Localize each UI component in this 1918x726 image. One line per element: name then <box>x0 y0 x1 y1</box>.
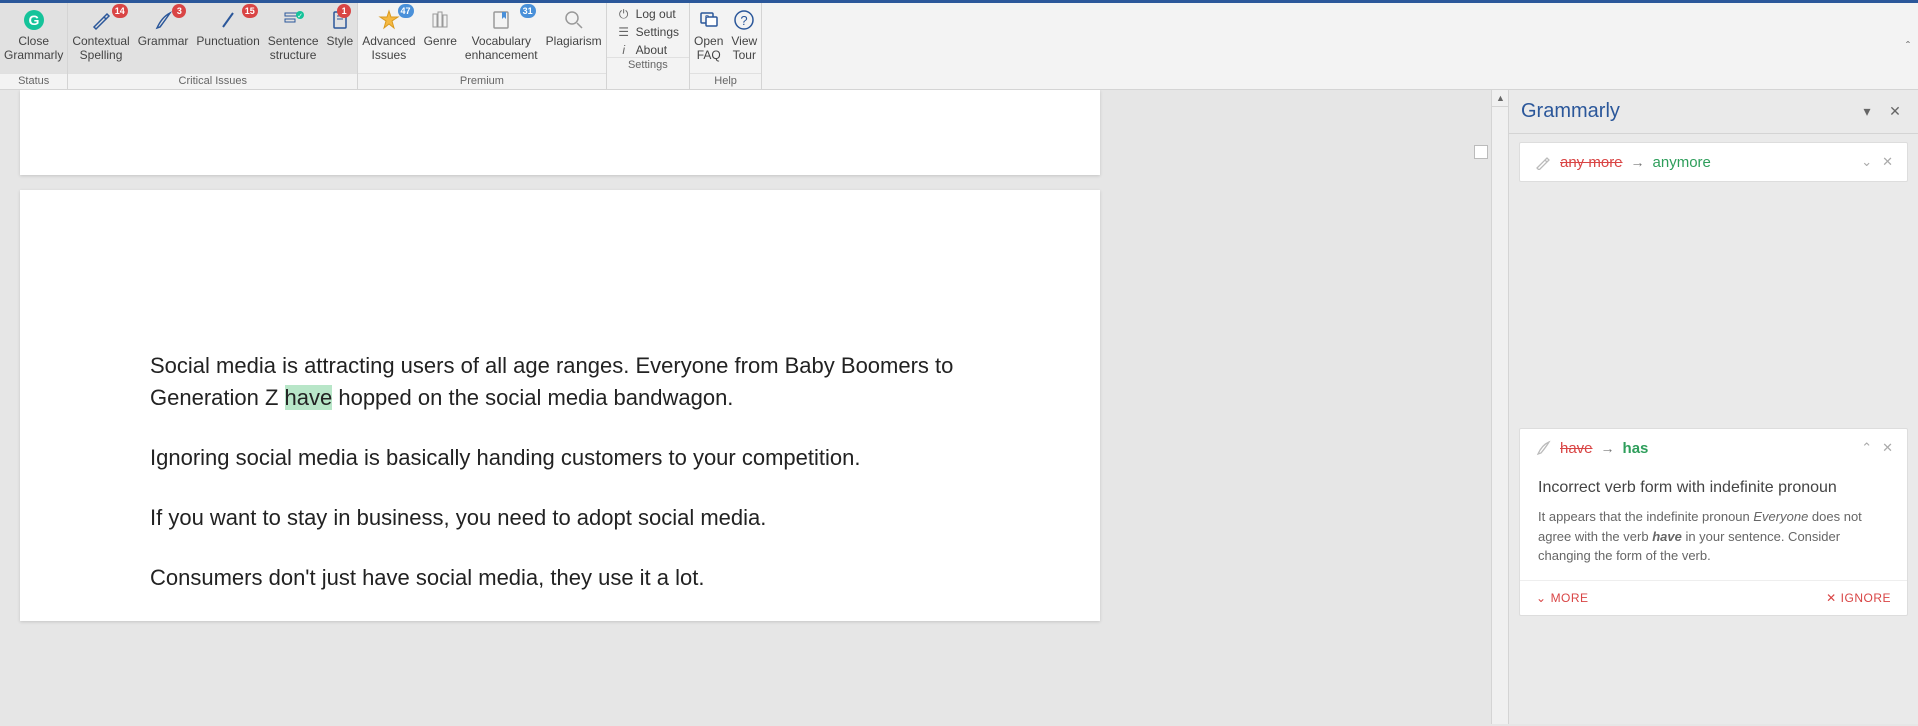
panel-menu-icon[interactable]: ▾ <box>1856 101 1878 123</box>
page-marker[interactable] <box>1474 145 1488 159</box>
scroll-up-button[interactable]: ▲ <box>1492 90 1508 107</box>
help-icon: ? <box>732 8 756 32</box>
ignore-button[interactable]: ✕IGNORE <box>1826 591 1891 605</box>
more-button[interactable]: ⌄MORE <box>1536 591 1589 605</box>
arrow-icon: → <box>1601 440 1615 456</box>
badge: 47 <box>398 4 414 18</box>
books-icon <box>428 8 452 32</box>
panel-title: Grammarly <box>1521 100 1850 123</box>
panel-close-icon[interactable]: ✕ <box>1884 101 1906 123</box>
group-label-help: Help <box>690 73 761 89</box>
vertical-scrollbar[interactable]: ▲ <box>1491 90 1508 724</box>
dismiss-icon[interactable]: ✕ <box>1882 440 1893 456</box>
document-page[interactable]: Social media is attracting users of all … <box>20 190 1100 621</box>
quill-icon <box>1534 439 1552 457</box>
workspace: Social media is attracting users of all … <box>0 90 1918 724</box>
advanced-issues-button[interactable]: 47 AdvancedIssues <box>358 3 419 73</box>
suggestion-description: It appears that the indefinite pronoun E… <box>1538 507 1889 566</box>
pen-icon <box>89 8 113 32</box>
highlighted-error[interactable]: have <box>285 385 333 410</box>
logout-button[interactable]: ⏻Log out <box>617 7 679 21</box>
suggestion-card-collapsed[interactable]: any more → anymore ⌄ ✕ <box>1519 142 1908 182</box>
grammarly-icon: G <box>22 8 46 32</box>
dismiss-icon[interactable]: ✕ <box>1882 154 1893 170</box>
bookmark-book-icon <box>489 8 513 32</box>
genre-button[interactable]: Genre <box>420 3 461 73</box>
settings-button[interactable]: ☰Settings <box>617 25 679 39</box>
page-gutter <box>1471 90 1491 724</box>
badge: 31 <box>520 4 536 18</box>
panel-header: Grammarly ▾ ✕ <box>1509 90 1918 134</box>
grammarly-panel: Grammarly ▾ ✕ any more → anymore ⌄ ✕ hav… <box>1508 90 1918 724</box>
badge: 14 <box>112 4 128 18</box>
collapse-ribbon-icon[interactable]: ˆ <box>1906 39 1910 53</box>
chevron-down-icon: ⌄ <box>1536 591 1547 605</box>
punctuation-button[interactable]: 15 Punctuation <box>192 3 263 73</box>
svg-text:✓: ✓ <box>297 13 303 20</box>
suggestion-card-expanded: have → has ⌃ ✕ Incorrect verb form with … <box>1519 428 1908 616</box>
previous-page <box>20 90 1100 175</box>
document-area: Social media is attracting users of all … <box>0 90 1508 724</box>
contextual-spelling-button[interactable]: 14 ContextualSpelling <box>68 3 133 73</box>
style-button[interactable]: 1 Style <box>323 3 358 73</box>
faq-icon: ? <box>697 8 721 32</box>
original-text: have <box>1560 440 1593 457</box>
svg-text:G: G <box>28 12 39 28</box>
group-label-critical: Critical Issues <box>68 73 357 89</box>
svg-text:?: ? <box>741 13 748 28</box>
collapse-icon[interactable]: ⌃ <box>1861 440 1872 456</box>
document-text[interactable]: Social media is attracting users of all … <box>150 350 970 593</box>
sliders-icon: ☰ <box>617 25 631 39</box>
structure-icon: ✓ <box>281 8 305 32</box>
ribbon: G CloseGrammarly Status 14 ContextualSpe… <box>0 0 1918 90</box>
arrow-icon: → <box>1631 154 1645 170</box>
group-label-status: Status <box>0 73 67 89</box>
power-icon: ⏻ <box>617 7 631 21</box>
badge: 3 <box>172 4 186 18</box>
about-button[interactable]: iAbout <box>617 43 679 57</box>
magnify-icon <box>562 8 586 32</box>
info-icon: i <box>617 43 631 57</box>
grammar-button[interactable]: 3 Grammar <box>134 3 193 73</box>
expand-icon[interactable]: ⌄ <box>1861 154 1872 170</box>
close-grammarly-button[interactable]: G CloseGrammarly <box>0 3 67 73</box>
original-text: any more <box>1560 154 1623 171</box>
plagiarism-button[interactable]: Plagiarism <box>542 3 606 73</box>
badge: 15 <box>242 4 258 18</box>
suggested-text[interactable]: has <box>1623 440 1649 457</box>
view-tour-button[interactable]: ? ViewTour <box>727 3 761 73</box>
slash-icon <box>216 8 240 32</box>
open-faq-button[interactable]: ? OpenFAQ <box>690 3 727 73</box>
sentence-structure-button[interactable]: ✓ Sentencestructure <box>264 3 323 73</box>
group-label-premium: Premium <box>358 73 605 89</box>
suggestion-title: Incorrect verb form with indefinite pron… <box>1538 479 1889 497</box>
group-label-settings: Settings <box>607 57 689 73</box>
x-icon: ✕ <box>1826 591 1837 605</box>
vocabulary-button[interactable]: 31 Vocabularyenhancement <box>461 3 542 73</box>
suggested-text[interactable]: anymore <box>1653 154 1711 171</box>
pencil-icon <box>1534 153 1552 171</box>
